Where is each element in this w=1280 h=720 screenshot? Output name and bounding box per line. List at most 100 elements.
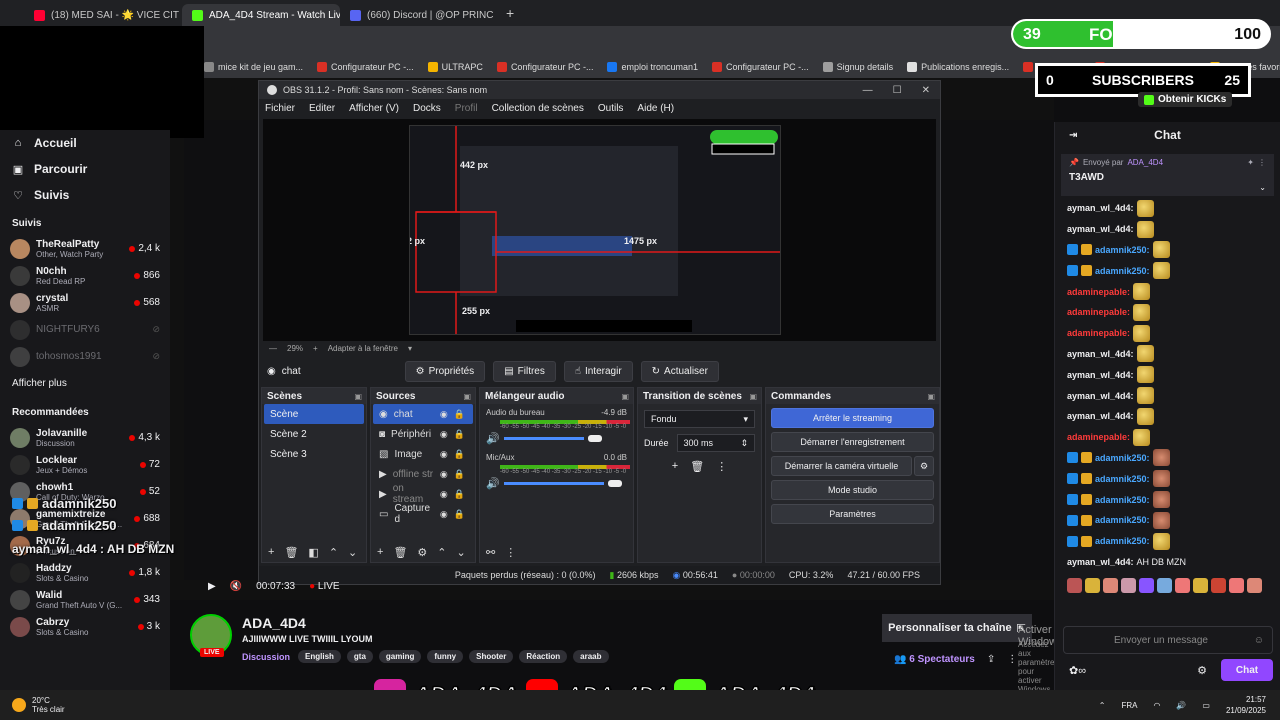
- dock-icon[interactable]: ▣: [463, 392, 471, 401]
- emote-picker-icon[interactable]: ☺: [1254, 635, 1264, 646]
- volume-mute-icon[interactable]: 🔇: [230, 581, 242, 592]
- bookmark-item[interactable]: Configurateur PC -...: [712, 62, 809, 72]
- bookmark-item[interactable]: Configurateur PC -...: [496, 62, 593, 72]
- slider-knob[interactable]: [607, 480, 622, 487]
- lang-indicator[interactable]: FRA: [1121, 701, 1137, 710]
- obs-menu-item[interactable]: Profil: [455, 103, 478, 114]
- scene-item[interactable]: Scène: [264, 404, 364, 424]
- emote-icon[interactable]: [1193, 578, 1208, 594]
- chat-username[interactable]: adamnik250:: [1095, 245, 1150, 255]
- add-icon[interactable]: +: [377, 546, 383, 558]
- duration-input[interactable]: 300 ms ⇕: [676, 434, 755, 452]
- obs-menu-item[interactable]: Fichier: [265, 103, 295, 114]
- source-item[interactable]: ▶ offline str ◉ 🔒: [373, 464, 473, 484]
- speaker-icon[interactable]: 🔊: [1176, 701, 1186, 710]
- chat-username[interactable]: ayman_wl_4d4:: [1067, 203, 1134, 213]
- source-item[interactable]: ▭ Capture d ◉ 🔒: [373, 503, 473, 525]
- chat-username[interactable]: ayman_wl_4d4:: [1067, 224, 1134, 234]
- sidebar-nav-heart[interactable]: ♡ Suivis: [0, 182, 170, 208]
- emote-icon[interactable]: [1211, 578, 1226, 594]
- pinned-message[interactable]: 📌 Envoyé par ADA_4D4 ✦ ⋮ T3AWD ⌄: [1061, 154, 1274, 196]
- emote-icon[interactable]: [1157, 578, 1172, 594]
- eye-icon[interactable]: ◉: [440, 449, 448, 460]
- settings-button[interactable]: Paramètres: [771, 504, 934, 524]
- bookmark-item[interactable]: Publications enregis...: [907, 62, 1009, 72]
- source-item[interactable]: ▶ on stream ◉ 🔒: [373, 483, 473, 505]
- category-link[interactable]: Discussion: [242, 652, 290, 662]
- customize-channel-button[interactable]: Personnaliser ta chaîne ⇱: [882, 614, 1032, 642]
- dock-icon[interactable]: ▣: [621, 392, 629, 401]
- bookmark-item[interactable]: mice kit de jeu gam...: [204, 62, 303, 72]
- browser-tab[interactable]: (660) Discord | @OP PRINC✕: [340, 4, 498, 26]
- transition-select[interactable]: Fondu ▾: [644, 410, 755, 428]
- tag-chip[interactable]: English: [298, 650, 341, 663]
- up-icon[interactable]: ⌃: [437, 546, 446, 559]
- obs-preview-canvas[interactable]: 442 px 42 px 1475 px 255 px: [409, 125, 781, 335]
- wifi-icon[interactable]: ◠: [1153, 701, 1160, 710]
- eye-icon[interactable]: ◉: [440, 409, 448, 420]
- trash-icon[interactable]: 🗑: [393, 546, 407, 559]
- lock-icon[interactable]: 🔒: [454, 489, 465, 500]
- sidebar-channel[interactable]: NIGHTFURY6 ⊘: [0, 316, 170, 343]
- weather-widget[interactable]: 20°C Très clair: [0, 696, 65, 714]
- link-icon[interactable]: ⚯: [486, 546, 495, 559]
- emote-icon[interactable]: [1139, 578, 1154, 594]
- minimize-icon[interactable]: —: [863, 85, 873, 96]
- chat-username[interactable]: adamnik250:: [1095, 453, 1150, 463]
- chevron-up-icon[interactable]: ⌃: [1099, 701, 1106, 710]
- lock-icon[interactable]: 🔒: [454, 429, 465, 440]
- source-item[interactable]: ◙ Périphéri ◉ 🔒: [373, 424, 473, 444]
- tag-chip[interactable]: funny: [427, 650, 464, 663]
- emote-icon[interactable]: [1175, 578, 1190, 594]
- emote-icon[interactable]: [1103, 578, 1118, 594]
- obs-menu-item[interactable]: Afficher (V): [349, 103, 399, 114]
- chat-username[interactable]: adamnik250:: [1095, 515, 1150, 525]
- more-icon[interactable]: ⋮: [1258, 158, 1266, 167]
- sidebar-channel[interactable]: Locklear Jeux + Démos 72: [0, 451, 170, 478]
- speaker-icon[interactable]: 🔊: [486, 477, 500, 490]
- share-icon[interactable]: ⇪: [987, 654, 995, 665]
- chat-username[interactable]: adamnik250:: [1095, 474, 1150, 484]
- source-item[interactable]: ▧ Image ◉ 🔒: [373, 444, 473, 464]
- scene-item[interactable]: Scène 3: [264, 444, 364, 464]
- channel-name[interactable]: ADA_4D4: [242, 615, 306, 631]
- properties-button[interactable]: ⚙ Propriétés: [404, 360, 486, 382]
- eye-icon[interactable]: ◉: [440, 489, 448, 500]
- virtual-camera-button[interactable]: Démarrer la caméra virtuelle: [771, 456, 912, 476]
- volume-slider[interactable]: 🔊: [486, 432, 627, 445]
- obs-menu-item[interactable]: Editer: [309, 103, 335, 114]
- clock[interactable]: 21:57 21/09/2025: [1226, 694, 1266, 716]
- obs-menu-item[interactable]: Docks: [413, 103, 441, 114]
- down-icon[interactable]: ⌄: [348, 546, 357, 559]
- maximize-icon[interactable]: ☐: [893, 85, 902, 96]
- sidebar-channel[interactable]: Haddzy Slots & Casino 1,8 k: [0, 559, 170, 586]
- chat-username[interactable]: adaminepable:: [1067, 328, 1130, 338]
- dock-icon[interactable]: ▣: [927, 392, 935, 401]
- emote-icon[interactable]: [1085, 578, 1100, 594]
- obs-menu-item[interactable]: Collection de scènes: [492, 103, 584, 114]
- tag-chip[interactable]: gaming: [378, 650, 422, 663]
- interact-button[interactable]: ☝ Interagir: [563, 360, 633, 382]
- chevron-down-icon[interactable]: ⌄: [1259, 183, 1266, 192]
- emote-icon[interactable]: [1247, 578, 1262, 594]
- fit-select[interactable]: Adapter à la fenêtre: [328, 344, 398, 353]
- collapse-chat-icon[interactable]: ⇥: [1069, 130, 1077, 141]
- chat-send-button[interactable]: Chat: [1221, 659, 1273, 681]
- tag-chip[interactable]: araab: [573, 650, 609, 663]
- obs-menu-item[interactable]: Aide (H): [637, 103, 674, 114]
- trash-icon[interactable]: 🗑: [690, 460, 704, 473]
- chat-username[interactable]: ayman_wl_4d4:: [1067, 370, 1134, 380]
- lock-icon[interactable]: 🔒: [454, 509, 465, 520]
- obtain-kicks-button[interactable]: Obtenir KICKs: [1138, 92, 1233, 107]
- more-icon[interactable]: ⋮: [505, 546, 516, 559]
- more-icon[interactable]: ⋮: [716, 460, 727, 473]
- stop-streaming-button[interactable]: Arrêter le streaming: [771, 408, 934, 428]
- add-icon[interactable]: +: [268, 546, 274, 558]
- tag-chip[interactable]: Réaction: [519, 650, 568, 663]
- up-icon[interactable]: ⌃: [329, 546, 338, 559]
- dock-icon[interactable]: ▣: [749, 392, 757, 401]
- slider-track[interactable]: [503, 482, 604, 485]
- show-more-link[interactable]: Afficher plus: [0, 370, 170, 397]
- new-tab-button[interactable]: +: [506, 5, 514, 21]
- chat-input[interactable]: Envoyer un message ☺: [1063, 626, 1273, 654]
